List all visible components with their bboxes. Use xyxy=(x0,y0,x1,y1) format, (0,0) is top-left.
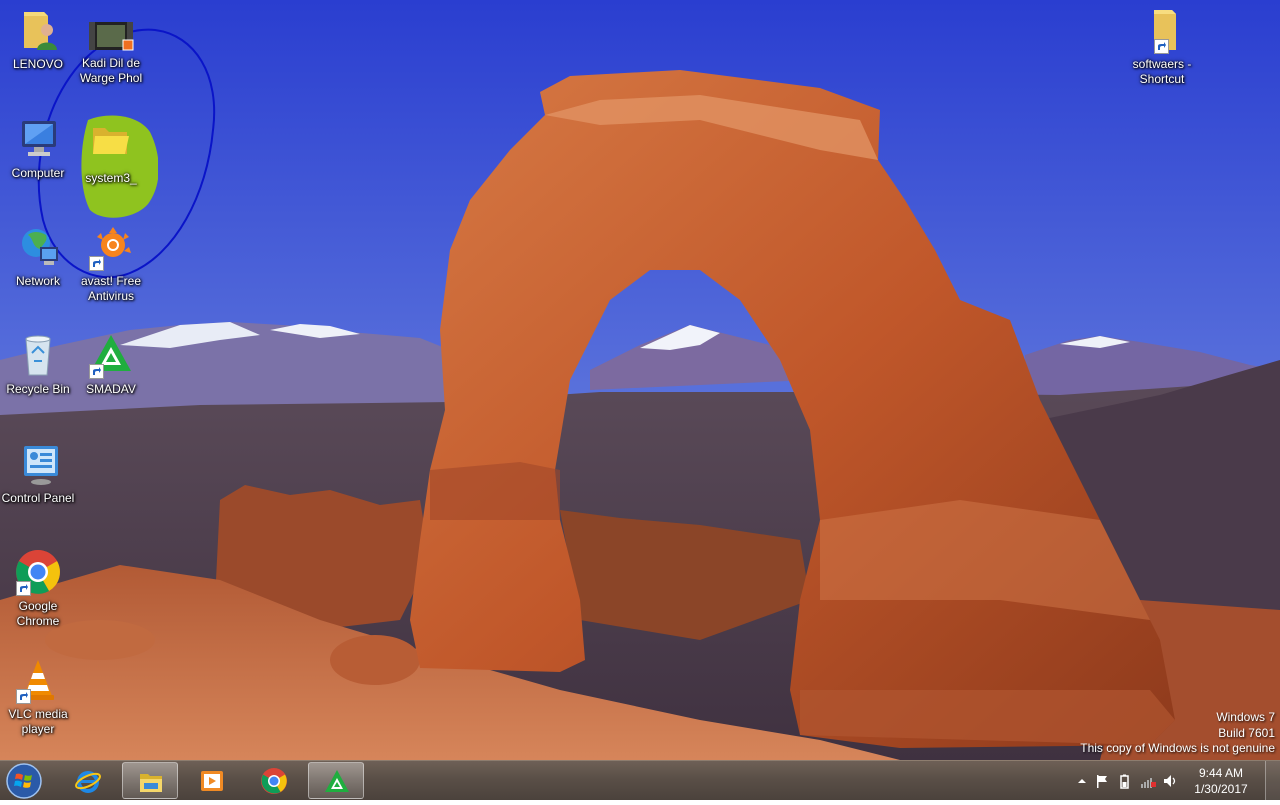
explorer-icon xyxy=(140,774,162,792)
desktop-icon-network[interactable]: Network xyxy=(0,223,76,289)
folder-icon xyxy=(87,120,135,168)
vlc-icon xyxy=(14,656,62,704)
video-file-icon xyxy=(87,20,135,54)
computer-icon xyxy=(14,115,62,163)
desktop-icon-avast[interactable]: avast! Free Antivirus xyxy=(73,223,149,304)
desktop-icon-video-file[interactable]: Kadi Dil de Warge Phol xyxy=(73,20,149,86)
desktop-icon-lenovo[interactable]: LENOVO xyxy=(0,6,76,72)
windows-watermark: Windows 7 Build 7601 This copy of Window… xyxy=(1080,710,1275,757)
shortcut-arrow-icon xyxy=(16,581,31,596)
chrome-icon xyxy=(261,768,287,794)
desktop-icon-smadav[interactable]: SMADAV xyxy=(73,331,149,397)
folder-shortcut-icon xyxy=(1138,6,1186,54)
chrome-icon xyxy=(14,548,62,596)
watermark-line-3: This copy of Windows is not genuine xyxy=(1080,741,1275,755)
desktop-icon-control-panel[interactable]: Control Panel xyxy=(0,440,76,506)
system-tray: 9:44 AM 1/30/2017 xyxy=(1070,761,1280,801)
desktop-icon-google-chrome[interactable]: Google Chrome xyxy=(0,548,76,629)
taskbar-clock[interactable]: 9:44 AM 1/30/2017 xyxy=(1186,766,1256,797)
watermark-line-1: Windows 7 xyxy=(1216,710,1275,724)
desktop-icon-vlc[interactable]: VLC media player xyxy=(0,656,76,737)
taskbar: 9:44 AM 1/30/2017 xyxy=(0,760,1280,801)
shortcut-arrow-icon xyxy=(89,364,104,379)
user-folder-icon xyxy=(14,6,62,54)
windows-logo-icon xyxy=(6,763,42,799)
clock-time: 9:44 AM xyxy=(1198,766,1244,780)
shortcut-arrow-icon xyxy=(89,256,104,271)
smadav-icon xyxy=(87,331,135,379)
desktop-icon-recycle-bin[interactable]: Recycle Bin xyxy=(0,331,76,397)
desktop-wallpaper xyxy=(0,0,1280,760)
battery-icon[interactable] xyxy=(1116,773,1132,789)
taskbar-google-chrome[interactable] xyxy=(246,762,302,799)
show-desktop-button[interactable] xyxy=(1265,761,1280,801)
taskbar-media-player[interactable] xyxy=(184,762,240,799)
taskbar-smadav[interactable] xyxy=(308,762,364,799)
recycle-bin-icon xyxy=(14,331,62,379)
smadav-icon xyxy=(325,770,349,792)
desktop-icon-system3-folder[interactable]: system3_ xyxy=(73,112,158,218)
action-center-flag-icon[interactable] xyxy=(1094,773,1110,789)
network-signal-icon[interactable] xyxy=(1140,773,1156,789)
desktop-icon-computer[interactable]: Computer xyxy=(0,115,76,181)
volume-icon[interactable] xyxy=(1162,773,1178,789)
show-hidden-icons-chevron-icon[interactable] xyxy=(1074,773,1090,789)
taskbar-internet-explorer[interactable] xyxy=(60,762,116,799)
taskbar-windows-explorer[interactable] xyxy=(122,762,178,799)
ie-icon xyxy=(75,771,101,793)
shortcut-arrow-icon xyxy=(1154,39,1169,54)
network-icon xyxy=(14,223,62,271)
desktop-icon-softwaers-shortcut[interactable]: softwaers - Shortcut xyxy=(1124,6,1200,87)
shortcut-arrow-icon xyxy=(16,689,31,704)
media-player-icon xyxy=(201,771,223,791)
control-panel-icon xyxy=(14,440,62,488)
clock-date: 1/30/2017 xyxy=(1194,781,1248,796)
start-button[interactable] xyxy=(4,762,44,800)
watermark-line-2: Build 7601 xyxy=(1218,725,1275,740)
avast-icon xyxy=(87,223,135,271)
